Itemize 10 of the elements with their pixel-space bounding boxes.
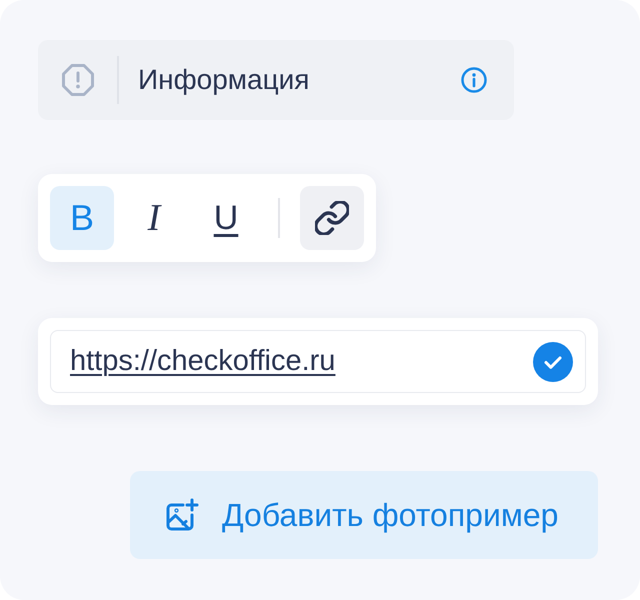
info-label: Информация <box>138 64 310 96</box>
link-button[interactable] <box>300 186 364 250</box>
url-value: https://checkoffice.ru <box>70 345 336 378</box>
alert-octagon-icon <box>62 64 94 96</box>
link-icon <box>315 201 349 235</box>
italic-button[interactable]: I <box>122 186 186 250</box>
underline-button[interactable]: U <box>194 186 258 250</box>
info-icon[interactable] <box>461 67 487 93</box>
image-add-icon <box>165 498 199 532</box>
url-field[interactable]: https://checkoffice.ru <box>50 330 586 393</box>
